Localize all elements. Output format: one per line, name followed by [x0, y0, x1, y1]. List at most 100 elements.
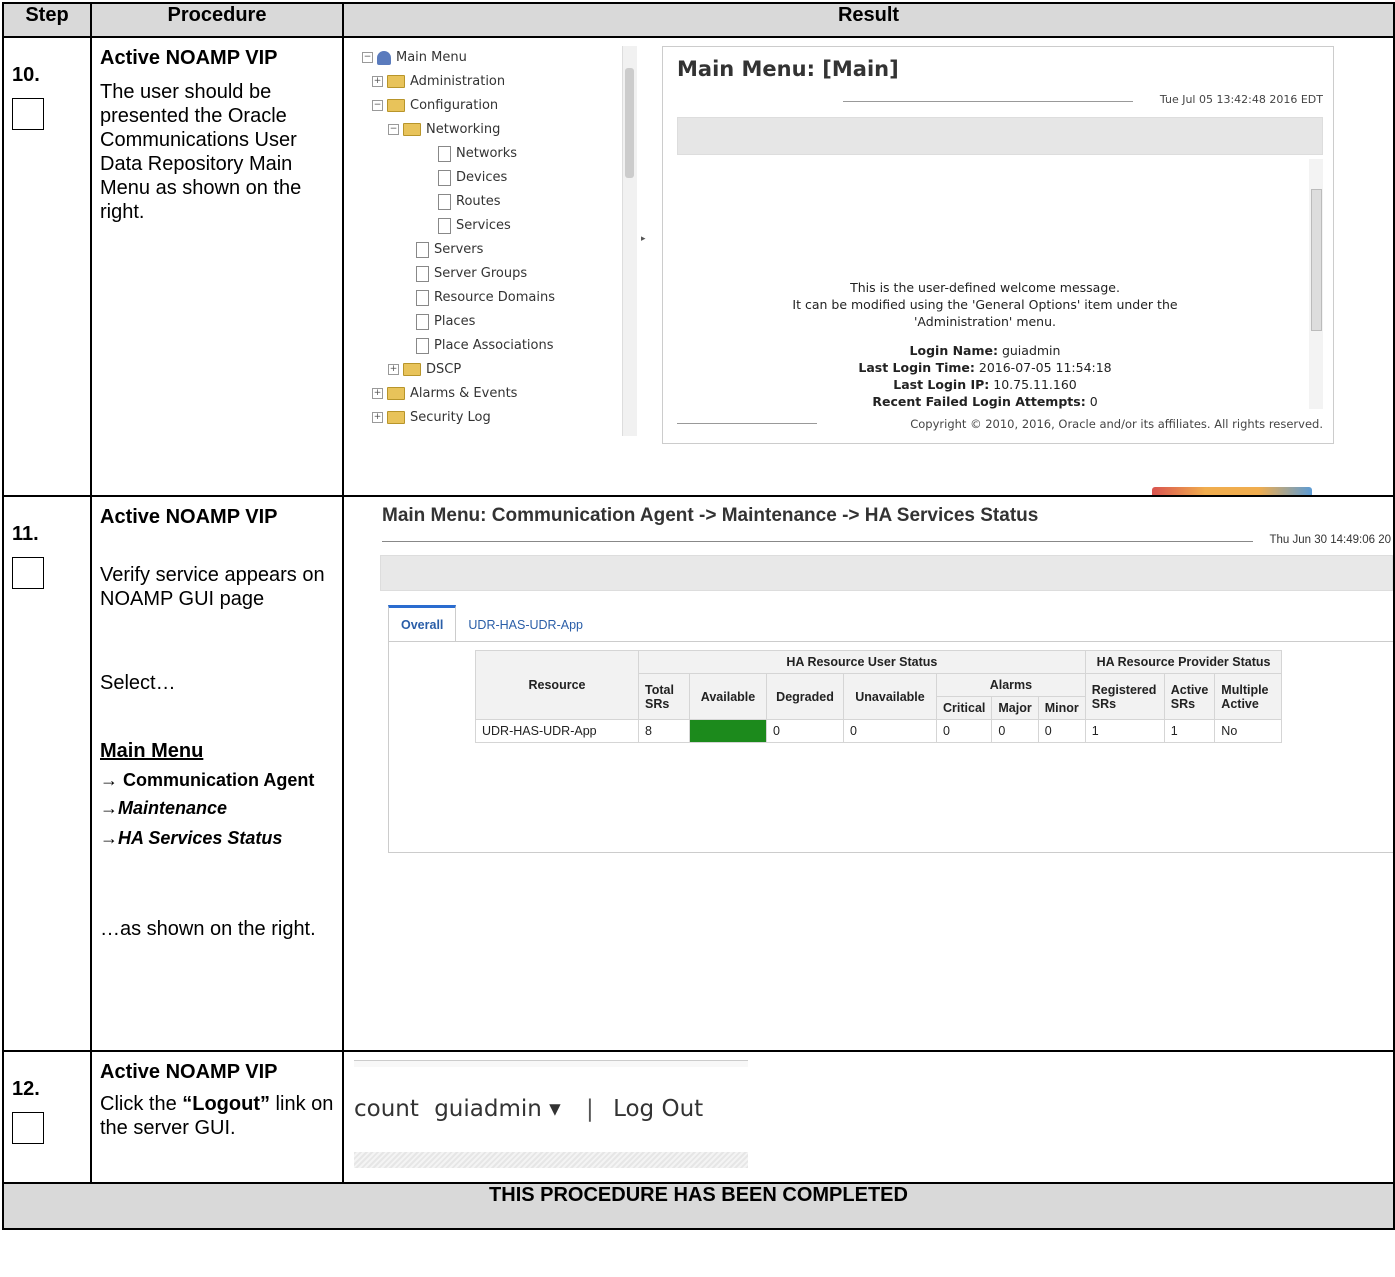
col-critical: Critical	[935, 696, 993, 720]
result-cell: count guiadmin ▾ | Log Out	[342, 1050, 1395, 1184]
step-text: The user should be presented the Oracle …	[100, 81, 302, 223]
table-row[interactable]: UDR-HAS-UDR-App 8 8 0 0 0 0 0 1 1 No	[475, 719, 1283, 743]
tree-item-security-log[interactable]: + Security Log	[362, 408, 491, 428]
tree-item-routes[interactable]: Routes	[438, 192, 501, 212]
last-login-ip-value: 10.75.11.160	[993, 377, 1077, 392]
step-cell: 12.	[2, 1050, 92, 1184]
tree-item-administration[interactable]: + Administration	[362, 72, 505, 92]
cell-resource: UDR-HAS-UDR-App	[475, 719, 639, 743]
header-step: Step	[2, 2, 92, 38]
step-number: 10.	[12, 64, 40, 86]
step-checkbox[interactable]	[12, 1112, 44, 1144]
title-divider	[382, 541, 1253, 542]
tree-item-configuration[interactable]: − Configuration	[362, 96, 498, 116]
welcome-line-2: It can be modified using the 'General Op…	[792, 297, 1178, 312]
page-timestamp: Thu Jun 30 14:49:06 20	[1269, 534, 1392, 546]
tab-bar: Overall UDR-HAS-UDR-App	[388, 605, 595, 644]
last-login-time-value: 2016-07-05 11:54:18	[978, 360, 1112, 375]
user-menu[interactable]: guiadmin ▾	[434, 1096, 561, 1122]
tree-scrollbar[interactable]	[622, 46, 637, 436]
tree-label: Server Groups	[434, 266, 528, 281]
scrollbar-thumb[interactable]	[625, 68, 634, 178]
tree-label: Security Log	[410, 410, 491, 425]
scrollbar-thumb[interactable]	[1311, 189, 1322, 331]
header-shadow	[354, 1152, 748, 1168]
account-label: count	[354, 1096, 419, 1122]
col-active-srs: Active SRs	[1163, 673, 1216, 720]
step-checkbox[interactable]	[12, 98, 44, 130]
tree-item-dscp[interactable]: + DSCP	[362, 360, 461, 380]
procedure-cell: Active NOAMP VIP Click the “Logout” link…	[90, 1050, 344, 1184]
collapse-arrow-icon[interactable]: ▸	[641, 233, 646, 244]
col-registered-srs: Registered SRs	[1084, 673, 1165, 720]
cell-total-srs: 8	[638, 719, 690, 743]
step-cell: 10.	[2, 36, 92, 497]
tree-item-main-menu[interactable]: − Main Menu	[362, 48, 467, 68]
tab-udr-has-udr-app[interactable]: UDR-HAS-UDR-App	[456, 608, 595, 644]
collapse-icon[interactable]: −	[372, 100, 383, 111]
title-divider	[843, 101, 1133, 102]
folder-icon	[403, 363, 421, 376]
welcome-message: This is the user-defined welcome message…	[677, 279, 1293, 410]
table-row: 10. Active NOAMP VIP The user should be …	[2, 36, 1395, 497]
tree-item-place-associations[interactable]: Place Associations	[416, 336, 554, 356]
ha-status-table: Resource HA Resource User Status HA Reso…	[475, 650, 1283, 743]
page-icon	[416, 265, 429, 282]
table-header-row: Step Procedure Result	[2, 2, 1395, 38]
tree-label: Devices	[456, 170, 508, 185]
step-text-logout: “Logout”	[182, 1093, 270, 1115]
expand-icon[interactable]: +	[372, 388, 383, 399]
tree-item-services[interactable]: Services	[438, 216, 511, 236]
tree-item-server-groups[interactable]: Server Groups	[416, 264, 527, 284]
expand-icon[interactable]: +	[388, 364, 399, 375]
col-minor: Minor	[1037, 696, 1086, 720]
tree-item-places[interactable]: Places	[416, 312, 475, 332]
page-icon	[438, 169, 451, 186]
tree-label: Administration	[410, 74, 506, 89]
footer-row: THIS PROCEDURE HAS BEEN COMPLETED	[2, 1182, 1395, 1230]
tree-label: Configuration	[410, 98, 499, 113]
step-text-pre: Click the	[100, 1093, 183, 1115]
header-procedure: Procedure	[90, 2, 344, 38]
expand-icon[interactable]: +	[372, 412, 383, 423]
login-name-value: guiadmin	[1001, 343, 1061, 358]
tree-label: Alarms & Events	[410, 386, 518, 401]
col-degraded: Degraded	[766, 673, 844, 720]
tree-label: Services	[456, 218, 511, 233]
tree-item-resource-domains[interactable]: Resource Domains	[416, 288, 555, 308]
tree-label: Routes	[456, 194, 501, 209]
tree-item-alarms-events[interactable]: + Alarms & Events	[362, 384, 517, 404]
result-cell: − Main Menu + Administration − Configuratio…	[342, 36, 1395, 497]
table-row: 12. Active NOAMP VIP Click the “Logout” …	[2, 1050, 1395, 1184]
tree-label: Servers	[434, 242, 484, 257]
tab-overall[interactable]: Overall	[388, 605, 457, 644]
col-alarms: Alarms	[936, 673, 1086, 697]
tree-item-devices[interactable]: Devices	[438, 168, 507, 188]
folder-icon	[387, 411, 405, 424]
account-bar: count guiadmin ▾ | Log Out	[354, 1096, 703, 1122]
tree-item-networks[interactable]: Networks	[438, 144, 517, 164]
step-cell: 11.	[2, 495, 92, 1052]
expand-icon[interactable]: +	[372, 76, 383, 87]
tree-label: Networks	[456, 146, 518, 161]
cell-degraded: 0	[766, 719, 844, 743]
logout-link[interactable]: Log Out	[613, 1096, 703, 1122]
collapse-icon[interactable]: −	[362, 52, 373, 63]
page-timestamp: Tue Jul 05 13:42:48 2016 EDT	[1159, 93, 1323, 106]
footer-divider	[677, 423, 817, 424]
logout-screenshot: count guiadmin ▾ | Log Out	[354, 1060, 748, 1168]
step-number: 12.	[12, 1078, 40, 1100]
tree-item-servers[interactable]: Servers	[416, 240, 483, 260]
select-text: Select…	[100, 672, 176, 694]
step-title: Active NOAMP VIP	[100, 1061, 278, 1083]
content-scrollbar[interactable]	[1309, 159, 1323, 409]
tree-label: Networking	[426, 122, 501, 137]
cell-active-srs: 1	[1163, 719, 1216, 743]
step-checkbox[interactable]	[12, 557, 44, 589]
collapse-icon[interactable]: −	[388, 124, 399, 135]
col-unavailable: Unavailable	[843, 673, 937, 720]
procedure-cell: Active NOAMP VIP Verify service appears …	[90, 495, 344, 1052]
procedure-table: Step Procedure Result 10. Active NOAMP V…	[2, 2, 1395, 1230]
tree-item-networking[interactable]: − Networking	[362, 120, 500, 140]
main-menu-icon	[377, 50, 391, 65]
